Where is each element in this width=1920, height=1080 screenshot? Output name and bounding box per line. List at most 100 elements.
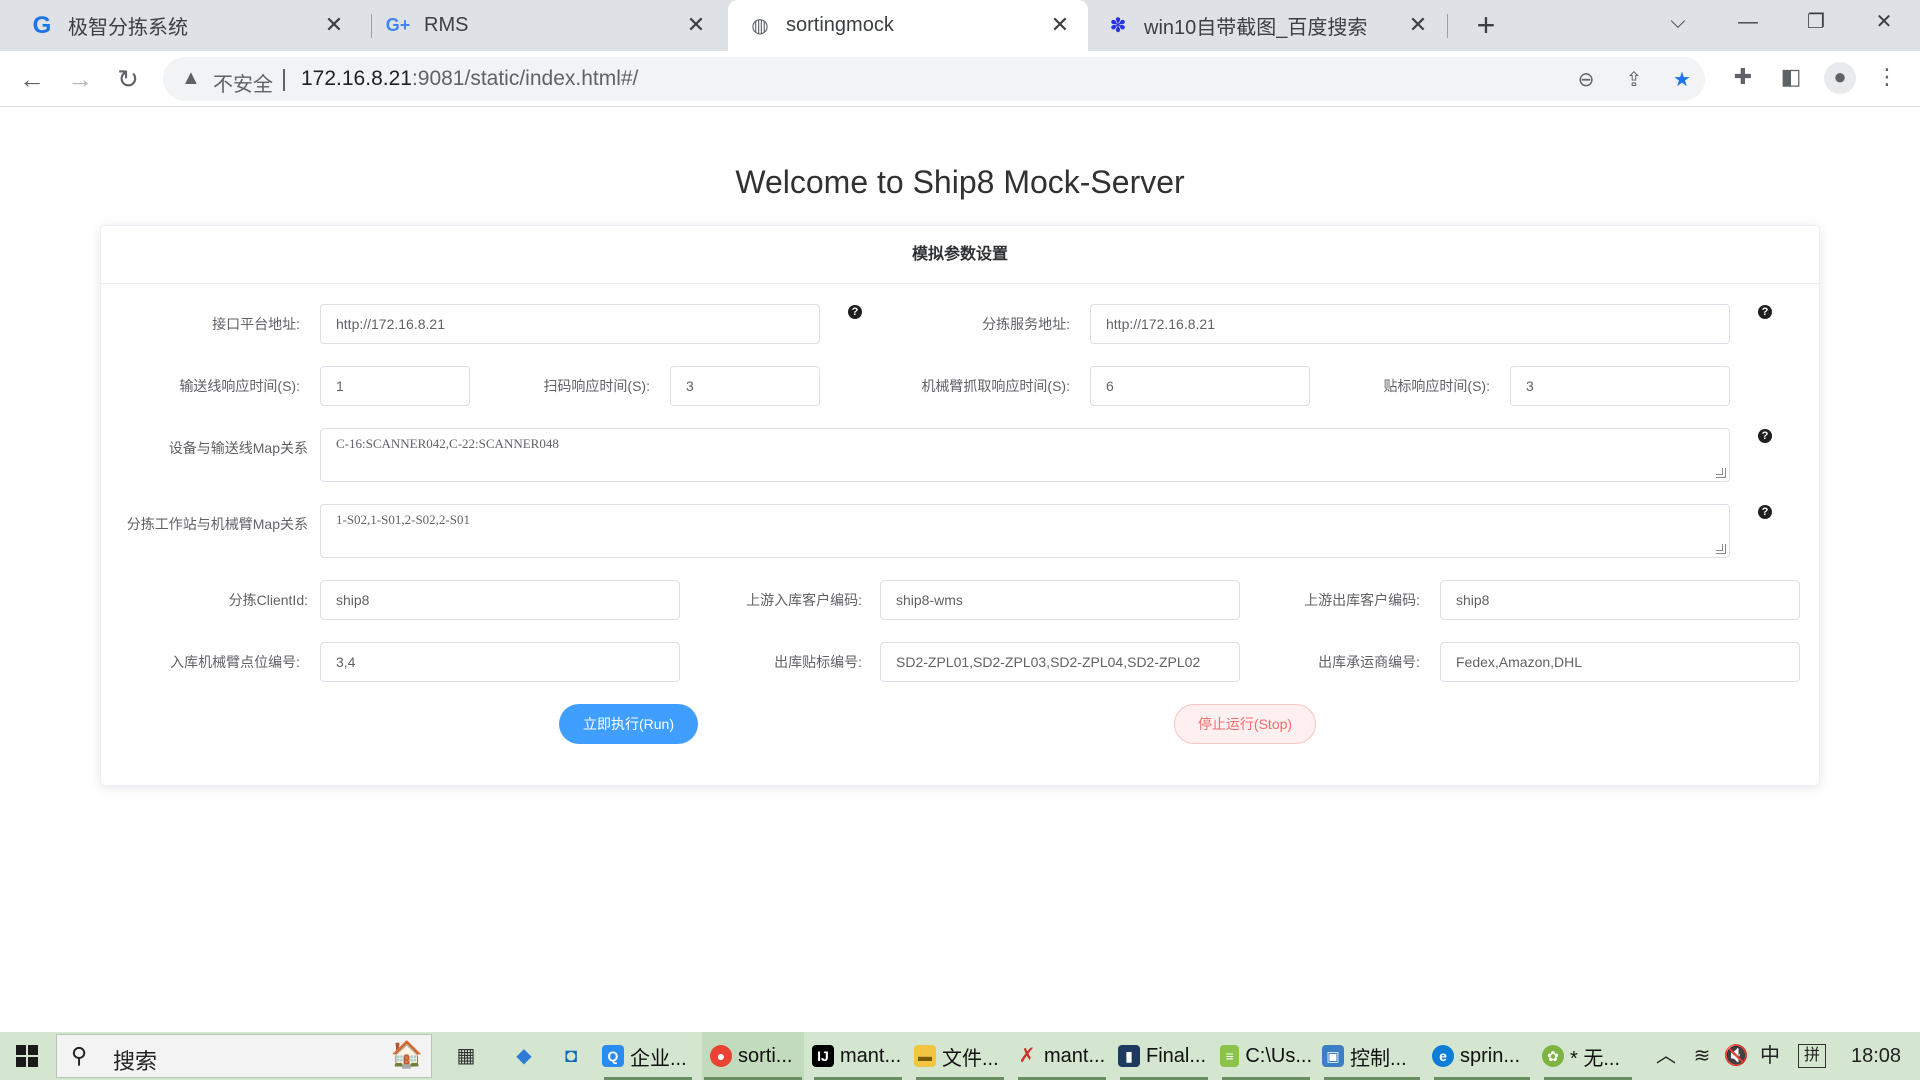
conveyor-time-input[interactable]: 1 (320, 366, 470, 406)
taskbar-clock[interactable]: 18:08 (1846, 1042, 1906, 1070)
taskbar-app-control-panel[interactable]: ▣ 控制... (1322, 1032, 1422, 1080)
arm-time-label: 机械臂抓取响应时间(S): (921, 378, 1070, 394)
warning-icon[interactable]: ▲ (181, 67, 201, 90)
taskbar-app-xmind[interactable]: ✗ mant... (1016, 1032, 1108, 1080)
globe-icon: ◍ (751, 15, 769, 37)
run-button[interactable]: 立即执行(Run) (559, 704, 698, 744)
close-icon[interactable]: ✕ (1048, 13, 1072, 37)
close-icon[interactable]: ✕ (1406, 13, 1430, 37)
ime-language-indicator[interactable]: 中 (1756, 1042, 1784, 1070)
windows-taskbar: ⚲ 搜索 🏠 ▦ ◆ ◘ Q 企业... ● sorti... IJ mant.… (0, 1032, 1920, 1080)
station-map-value: 1-S02,1-S01,2-S02,2-S01 (336, 512, 470, 527)
forward-arrow-icon[interactable]: → (62, 61, 98, 97)
tab-sortingmock[interactable]: ◍ sortingmock ✕ (728, 0, 1088, 51)
start-button[interactable] (0, 1032, 54, 1080)
tab-title: win10自带截图_百度搜索 (1144, 17, 1368, 39)
inbound-arm-points-input[interactable]: 3,4 (320, 642, 680, 682)
security-label[interactable]: 不安全 (213, 68, 273, 97)
browser-tab-strip: G 极智分拣系统 ✕ G+ RMS ✕ ◍ sortingmock ✕ ✽ wi… (0, 0, 1920, 51)
close-icon[interactable]: ✕ (684, 13, 708, 37)
close-window-button[interactable]: ✕ (1854, 0, 1914, 44)
extensions-puzzle-icon[interactable]: ✚ (1728, 62, 1758, 92)
minimize-button[interactable]: — (1718, 0, 1778, 44)
api-addr-input[interactable]: http://172.16.8.21 (320, 304, 820, 344)
taskbar-app-notepad[interactable]: ≡ C:\Us... (1220, 1032, 1312, 1080)
close-icon[interactable]: ✕ (322, 13, 346, 37)
address-bar[interactable]: ▲ 不安全 172.16.8.21:9081/static/index.html… (163, 57, 1705, 101)
tab-rms[interactable]: G+ RMS ✕ (362, 0, 724, 51)
outlook-icon[interactable]: ◘ (557, 1042, 585, 1070)
tray-overflow-chevron-icon[interactable]: ︿ (1652, 1042, 1680, 1070)
station-map-textarea[interactable]: 1-S02,1-S01,2-S02,2-S01 (320, 504, 1730, 558)
inbound-customer-label: 上游入库客户编码: (746, 592, 862, 608)
tab-baidu[interactable]: ✽ win10自带截图_百度搜索 ✕ (1088, 0, 1446, 51)
pinned-app-icon[interactable]: ◆ (510, 1042, 538, 1070)
taskbar-app-terminal[interactable]: ▮ Final... (1118, 1032, 1210, 1080)
inbound-customer-input[interactable]: ship8-wms (880, 580, 1240, 620)
help-icon[interactable]: ? (848, 305, 862, 319)
wifi-icon[interactable]: ≋ (1688, 1042, 1716, 1070)
help-icon[interactable]: ? (1758, 305, 1772, 319)
inbound-arm-points-label: 入库机械臂点位编号: (170, 654, 300, 670)
scan-time-label: 扫码响应时间(S): (543, 378, 650, 394)
zoom-out-icon[interactable]: ⊖ (1573, 67, 1599, 93)
device-map-value: C-16:SCANNER042,C-22:SCANNER048 (336, 436, 559, 451)
outbound-label-no-label: 出库贴标编号: (774, 654, 862, 670)
xmind-icon: ✗ (1018, 1045, 1036, 1067)
tab-title: sortingmock (786, 14, 894, 36)
resize-grip-icon[interactable] (1716, 468, 1726, 478)
restore-button[interactable]: ❐ (1786, 0, 1846, 44)
sort-addr-input[interactable]: http://172.16.8.21 (1090, 304, 1730, 344)
g-logo-icon: G (32, 11, 52, 39)
help-icon[interactable]: ? (1758, 505, 1772, 519)
side-panel-icon[interactable]: ◧ (1776, 62, 1806, 92)
taskbar-app-intellij[interactable]: IJ mant... (812, 1032, 904, 1080)
new-tab-button[interactable]: + (1468, 8, 1504, 44)
conveyor-time-label: 输送线响应时间(S): (179, 378, 300, 394)
notepad-plus-icon: ✿ (1542, 1045, 1564, 1067)
taskbar-app-wecom[interactable]: Q 企业... (602, 1032, 694, 1080)
windows-logo-icon (16, 1045, 38, 1067)
outbound-carrier-label: 出库承运商编号: (1318, 654, 1420, 670)
scan-time-input[interactable]: 3 (670, 366, 820, 406)
taskbar-app-chrome[interactable]: ● sorti... (702, 1032, 804, 1080)
g-plus-icon: G+ (385, 15, 411, 35)
resize-grip-icon[interactable] (1716, 544, 1726, 554)
label-time-label: 贴标响应时间(S): (1383, 378, 1490, 394)
chrome-icon: ● (710, 1045, 732, 1067)
share-icon[interactable]: ⇪ (1621, 67, 1647, 93)
taskbar-app-explorer[interactable]: ▬ 文件... (914, 1032, 1006, 1080)
task-view-icon[interactable]: ▦ (452, 1042, 480, 1070)
api-addr-label: 接口平台地址: (212, 316, 300, 332)
volume-muted-icon[interactable]: 🔇 (1722, 1042, 1750, 1070)
stop-button[interactable]: 停止运行(Stop) (1174, 704, 1316, 744)
tab-title: RMS (424, 14, 469, 36)
tab-title: 极智分拣系统 (68, 17, 188, 39)
search-highlight-icon: 🏠 (390, 1039, 423, 1069)
search-icon: ⚲ (71, 1043, 88, 1068)
tab-search-chevron-icon[interactable]: ⌵ (1648, 0, 1708, 44)
client-id-input[interactable]: ship8 (320, 580, 680, 620)
outbound-customer-input[interactable]: ship8 (1440, 580, 1800, 620)
back-arrow-icon[interactable]: ← (14, 61, 50, 97)
outbound-customer-label: 上游出库客户编码: (1304, 592, 1420, 608)
profile-avatar-icon[interactable]: ● (1824, 62, 1856, 94)
arm-time-input[interactable]: 6 (1090, 366, 1310, 406)
taskbar-app-notepadplus[interactable]: ✿ * 无... (1542, 1032, 1634, 1080)
taskbar-search-box[interactable]: ⚲ 搜索 🏠 (56, 1034, 432, 1078)
outbound-carrier-input[interactable]: Fedex,Amazon,DHL (1440, 642, 1800, 682)
device-map-textarea[interactable]: C-16:SCANNER042,C-22:SCANNER048 (320, 428, 1730, 482)
menu-kebab-icon[interactable]: ⋮ (1872, 62, 1902, 92)
label-time-input[interactable]: 3 (1510, 366, 1730, 406)
outbound-label-no-input[interactable]: SD2-ZPL01,SD2-ZPL03,SD2-ZPL04,SD2-ZPL02 (880, 642, 1240, 682)
taskbar-app-edge[interactable]: e sprin... (1432, 1032, 1532, 1080)
bookmark-star-icon[interactable]: ★ (1669, 67, 1695, 93)
device-map-label: 设备与输送线Map关系 (168, 440, 308, 456)
reload-icon[interactable]: ↻ (110, 61, 146, 97)
terminal-icon: ▮ (1118, 1045, 1140, 1067)
url-text[interactable]: 172.16.8.21:9081/static/index.html#/ (301, 67, 638, 91)
tab-jizhi[interactable]: G 极智分拣系统 ✕ (0, 0, 362, 51)
station-map-label: 分拣工作站与机械臂Map关系 (126, 516, 308, 532)
help-icon[interactable]: ? (1758, 429, 1772, 443)
ime-mode-indicator[interactable]: 拼 (1798, 1044, 1826, 1068)
